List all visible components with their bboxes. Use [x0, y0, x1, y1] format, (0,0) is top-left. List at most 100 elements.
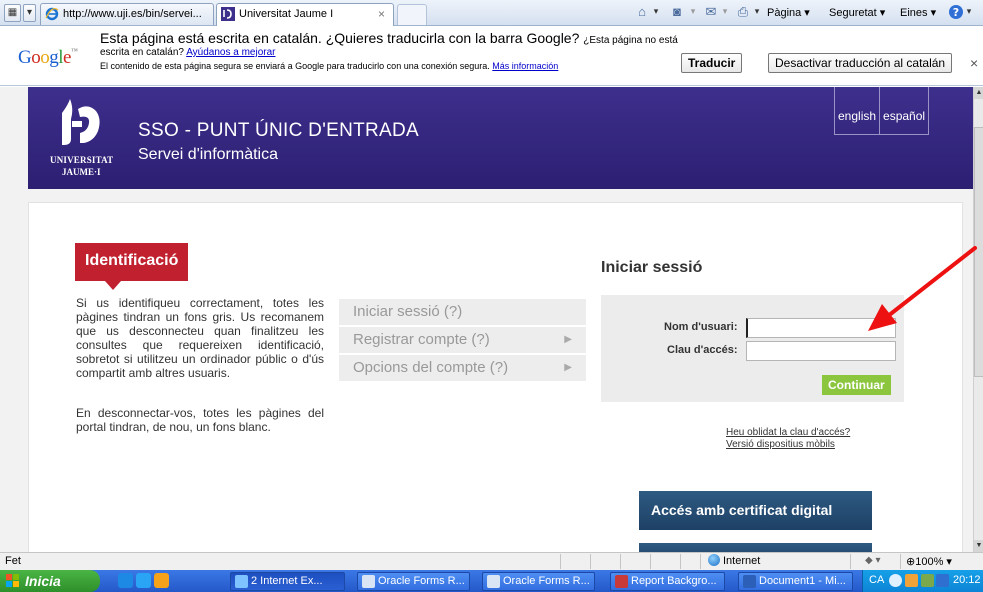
translate-message-line2-text: escrita en catalán?	[100, 47, 184, 58]
translate-message-line2: escrita en catalán? Ayúdanos a mejorar	[100, 47, 276, 58]
deactivate-translation-button[interactable]: Desactivar traducción al catalán	[768, 53, 953, 73]
zoom-control[interactable]: ⊕100% ▾	[906, 555, 952, 568]
ie-icon	[45, 7, 59, 21]
tab-address[interactable]: http://www.uji.es/bin/servei...	[40, 3, 214, 25]
new-tab-button[interactable]	[397, 4, 427, 25]
tab-universitat[interactable]: Universitat Jaume I ×	[216, 3, 394, 26]
logo-jaume-text: JAUME·I	[62, 167, 101, 177]
task-label: 2 Internet Ex...	[251, 575, 323, 587]
translate-button[interactable]: Traducir	[681, 53, 743, 73]
more-info-link[interactable]: Más información	[492, 61, 558, 71]
quicklaunch-media-icon[interactable]	[154, 573, 169, 588]
tab-address-label: http://www.uji.es/bin/servei...	[63, 8, 202, 20]
page-subtitle: Servei d'informàtica	[138, 146, 278, 163]
status-separator	[850, 554, 851, 569]
task-word-document[interactable]: Document1 - Mi...	[738, 572, 853, 591]
uji-favicon-icon	[221, 7, 235, 21]
info-paragraph-1: Si us identifiqueu correctament, totes l…	[76, 296, 324, 380]
feeds-icon[interactable]: ◙	[668, 4, 686, 21]
svg-text:?: ?	[953, 6, 959, 19]
report-icon	[615, 575, 628, 588]
browser-tab-bar: ▦ ▾ http://www.uji.es/bin/servei... Univ…	[0, 0, 983, 26]
home-icon[interactable]: ⌂	[633, 4, 651, 21]
tab-list-chevron-icon[interactable]: ▾	[23, 4, 36, 22]
tray-expand-icon[interactable]	[889, 574, 902, 587]
chevron-right-icon: ▶	[564, 362, 572, 373]
lang-espanol-link[interactable]: español	[879, 87, 928, 134]
tray-app-icon[interactable]	[921, 574, 934, 587]
google-logo: Google™	[18, 47, 78, 68]
security-zone[interactable]: Internet	[708, 554, 760, 567]
task-oracle-forms-2[interactable]: Oracle Forms R...	[482, 572, 595, 591]
help-dropdown-icon[interactable]: ▾	[964, 6, 974, 23]
home-dropdown-icon[interactable]: ▾	[651, 6, 661, 23]
logo-universitat-text: UNIVERSITAT	[50, 155, 114, 165]
quicklaunch-ie-icon[interactable]	[118, 573, 133, 588]
status-bar: Fet Internet ◆ ▾ ⊕100% ▾	[0, 552, 983, 570]
translate-message-line3: El contenido de esta página segura se en…	[100, 61, 558, 71]
menu-item-register-label: Registrar compte (?)	[353, 331, 490, 348]
menu-item-account-options-label: Opcions del compte (?)	[353, 359, 509, 376]
task-label: Oracle Forms R...	[378, 575, 465, 587]
help-icon[interactable]: ?	[947, 4, 965, 21]
language-indicator[interactable]: CA	[869, 574, 884, 586]
word-icon	[743, 575, 756, 588]
vertical-scrollbar[interactable]: ▲ ▼	[973, 87, 983, 552]
login-form: Nom d'usuari: Clau d'accés: Continuar	[601, 295, 904, 402]
secondary-blue-button[interactable]	[639, 543, 872, 552]
print-dropdown-icon[interactable]: ▾	[752, 6, 762, 23]
translate-message: Esta página está escrita en catalán. ¿Qu…	[100, 30, 678, 46]
uji-logo[interactable]: UNIVERSITAT JAUME·I	[50, 99, 114, 177]
tray-network-icon[interactable]	[905, 574, 918, 587]
continue-button[interactable]: Continuar	[822, 375, 891, 395]
scroll-down-icon[interactable]: ▼	[974, 540, 983, 552]
mobile-version-link[interactable]: Versió dispositius mòbils	[726, 439, 835, 450]
protected-mode-icon[interactable]: ◆ ▾	[865, 555, 881, 566]
forgot-password-link[interactable]: Heu oblidat la clau d'accés?	[726, 427, 850, 438]
menu-item-register[interactable]: Registrar compte (?) ▶	[339, 327, 586, 354]
tray-monitor-icon[interactable]	[936, 574, 949, 587]
menu-item-login-label: Iniciar sessió (?)	[353, 303, 463, 320]
status-separator	[900, 554, 901, 569]
status-separator	[700, 554, 701, 569]
mail-dropdown-icon[interactable]: ▾	[720, 6, 730, 23]
scroll-up-icon[interactable]: ▲	[974, 87, 983, 99]
translate-bar-close-icon[interactable]: ×	[970, 55, 978, 71]
site-header: UNIVERSITAT JAUME·I SSO - PUNT ÚNIC D'EN…	[28, 87, 973, 189]
username-label: Nom d'usuari:	[664, 321, 738, 333]
task-oracle-forms-1[interactable]: Oracle Forms R...	[357, 572, 470, 591]
security-zone-label: Internet	[723, 555, 761, 567]
globe-icon	[708, 554, 720, 566]
help-improve-link[interactable]: Ayúdanos a mejorar	[186, 47, 275, 58]
chevron-right-icon: ▶	[564, 334, 572, 345]
language-selector: english español	[834, 87, 930, 135]
translate-message-main: Esta página está escrita en catalán. ¿Qu…	[100, 30, 580, 46]
task-internet-explorer[interactable]: 2 Internet Ex...	[230, 572, 345, 591]
print-icon[interactable]: ⎙	[734, 4, 752, 21]
menu-item-account-options[interactable]: Opcions del compte (?) ▶	[339, 355, 586, 382]
feeds-dropdown-icon[interactable]: ▾	[688, 6, 698, 23]
clock: 20:12	[953, 574, 981, 586]
mail-icon[interactable]: ✉	[702, 4, 720, 21]
windows-taskbar: Inicia 2 Internet Ex... Oracle Forms R..…	[0, 570, 983, 592]
quick-tabs-icon[interactable]: ▦	[4, 4, 21, 22]
badge-notch	[105, 281, 121, 290]
status-separator	[650, 554, 651, 569]
task-report-background[interactable]: Report Backgro...	[610, 572, 725, 591]
username-input[interactable]	[746, 318, 896, 338]
tools-menu[interactable]: Eines ▾	[900, 6, 936, 19]
quicklaunch-desktop-icon[interactable]	[136, 573, 151, 588]
lang-english-link[interactable]: english	[835, 87, 879, 134]
password-input[interactable]	[746, 341, 896, 361]
status-separator	[590, 554, 591, 569]
start-button[interactable]: Inicia	[0, 570, 100, 592]
digital-certificate-button[interactable]: Accés amb certificat digital	[639, 491, 872, 530]
page-menu[interactable]: Pàgina ▾	[767, 6, 810, 19]
page-title: SSO - PUNT ÚNIC D'ENTRADA	[138, 120, 420, 141]
tab-close-icon[interactable]: ×	[378, 4, 385, 24]
start-label: Inicia	[25, 573, 61, 589]
scrollbar-thumb[interactable]	[974, 127, 983, 377]
ie-icon	[235, 575, 248, 588]
menu-item-login[interactable]: Iniciar sessió (?)	[339, 299, 586, 326]
safety-menu[interactable]: Seguretat ▾	[829, 6, 885, 19]
